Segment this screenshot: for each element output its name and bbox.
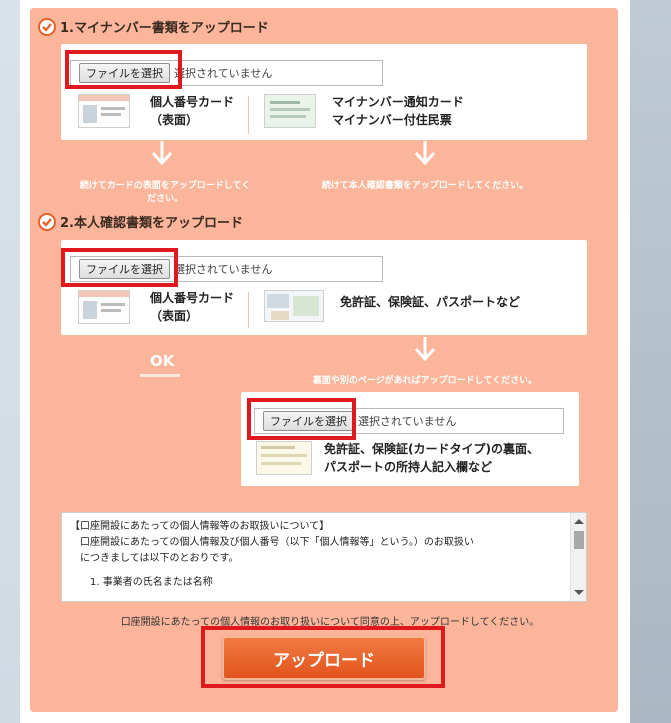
terms-line1: 【口座開設にあたっての個人情報等のお取扱いについて】 bbox=[70, 521, 330, 532]
terms-scroll-box[interactable]: 【口座開設にあたっての個人情報等のお取扱いについて】 口座開設にあたっての個人情… bbox=[61, 512, 587, 602]
notification-card-thumbnail bbox=[264, 94, 316, 128]
section2-additional-doc: 免許証、保険証(カードタイプ)の裏面、 パスポートの所持人記入欄など bbox=[256, 440, 539, 476]
id-documents-thumbnail bbox=[264, 290, 324, 322]
down-arrow-icon bbox=[414, 337, 436, 362]
section1-title: 1.マイナンバー書類をアップロード bbox=[60, 21, 269, 36]
scroll-thumb[interactable] bbox=[574, 531, 584, 549]
terms-line2: 口座開設にあたっての個人情報及び個人番号（以下「個人情報等」という。）のお取扱い bbox=[80, 537, 474, 548]
section2-doc-mynumber-card: 個人番号カード （表面） bbox=[78, 289, 234, 325]
section1-divider bbox=[248, 96, 249, 134]
section2-additional-doc-line1: 免許証、保険証(カードタイプ)の裏面、 bbox=[324, 442, 539, 456]
down-arrow-icon bbox=[151, 141, 173, 166]
section1-doc-mynumber-card: 個人番号カード （表面） bbox=[78, 93, 234, 129]
mynumber-card-thumbnail bbox=[78, 94, 130, 128]
section2-doc-left-line1: 個人番号カード bbox=[150, 291, 235, 305]
section1-doc-left-line2: （表面） bbox=[150, 113, 199, 127]
consent-text: 口座開設にあたっての個人情報のお取り扱いについて同意の上、アップロードしてくださ… bbox=[120, 617, 540, 628]
section2-divider bbox=[248, 292, 249, 328]
section1-note-right: 続けて本人確認書類をアップロードしてください。 bbox=[321, 181, 529, 191]
section2-additional-file-select-button[interactable]: ファイルを選択 bbox=[263, 411, 354, 431]
ok-sub-mark bbox=[140, 374, 180, 377]
upload-button[interactable]: アップロード bbox=[222, 636, 426, 680]
id-back-thumbnail bbox=[256, 441, 312, 475]
section2-additional-file-input[interactable]: ファイルを選択 選択されていません bbox=[254, 408, 564, 434]
section2-title: 2.本人確認書類をアップロード bbox=[60, 216, 243, 231]
section1-header: 1.マイナンバー書類をアップロード bbox=[38, 17, 269, 36]
section2-doc-right: 免許証、保険証、パスポートなど bbox=[340, 295, 521, 309]
section2-file-select-button[interactable]: ファイルを選択 bbox=[79, 259, 170, 279]
section1-doc-left-line1: 個人番号カード bbox=[150, 95, 235, 109]
section2-file-input[interactable]: ファイルを選択 選択されていません bbox=[70, 256, 383, 282]
mynumber-card-thumbnail bbox=[78, 290, 130, 324]
down-arrow-icon bbox=[414, 141, 436, 166]
section1-file-input[interactable]: ファイルを選択 選択されていません bbox=[70, 60, 383, 86]
scroll-down-icon[interactable] bbox=[574, 590, 584, 595]
page-background-right bbox=[630, 0, 671, 723]
section1-file-select-button[interactable]: ファイルを選択 bbox=[79, 63, 170, 83]
section2-note-right: 裏面や別のページがあればアップロードしてください。 bbox=[312, 376, 538, 386]
terms-line4: 1. 事業者の氏名または名称 bbox=[90, 577, 213, 588]
section1-note-left-line2: ださい。 bbox=[146, 194, 183, 204]
terms-scrollbar[interactable] bbox=[570, 513, 586, 601]
section2-doc-left-line2: （表面） bbox=[150, 309, 199, 323]
section1-doc-right-line1: マイナンバー通知カード bbox=[332, 95, 464, 109]
section2-additional-file-status: 選択されていません bbox=[358, 415, 457, 428]
section1-file-status: 選択されていません bbox=[174, 67, 273, 80]
section1-doc-right-line2: マイナンバー付住民票 bbox=[332, 113, 452, 127]
section1-note-left-line1: 続けてカードの表面をアップロードしてく bbox=[79, 181, 251, 191]
section2-additional-doc-line2: パスポートの所持人記入欄など bbox=[324, 460, 493, 474]
check-icon bbox=[38, 17, 56, 36]
terms-line3: につきましては以下のとおりです。 bbox=[80, 553, 239, 564]
section2-doc-id-documents: 免許証、保険証、パスポートなど bbox=[264, 290, 520, 322]
ok-label: OK bbox=[150, 352, 175, 370]
section2-header: 2.本人確認書類をアップロード bbox=[38, 212, 243, 231]
check-icon bbox=[38, 212, 56, 231]
scroll-up-icon[interactable] bbox=[574, 519, 584, 524]
section1-note-left: 続けてカードの表面をアップロードしてく ださい。 bbox=[72, 180, 258, 206]
section2-file-status: 選択されていません bbox=[174, 263, 273, 276]
section1-doc-notification-card: マイナンバー通知カード マイナンバー付住民票 bbox=[264, 93, 464, 129]
